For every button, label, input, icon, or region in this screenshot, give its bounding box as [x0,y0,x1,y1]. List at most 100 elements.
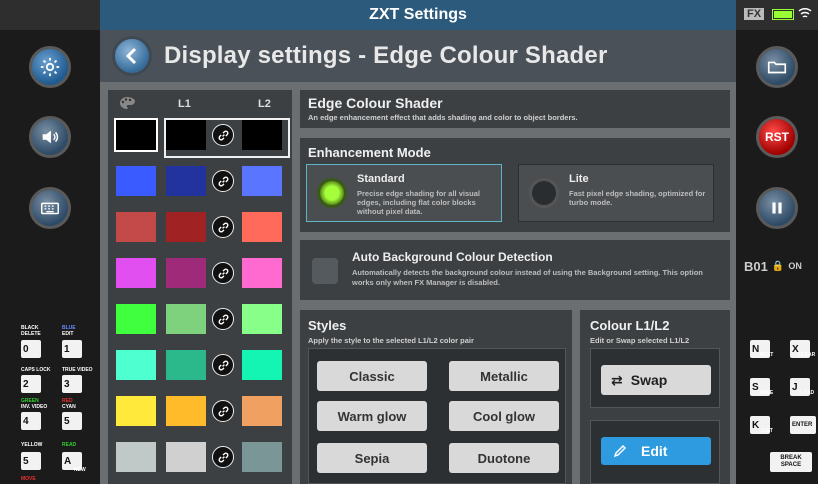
l2-swatch[interactable] [242,304,282,334]
auto-bg-checkbox[interactable] [312,258,338,284]
link-icon[interactable] [212,308,234,330]
l2-swatch[interactable] [242,120,282,150]
shader-description: An edge enhancement effect that adds sha… [308,113,578,122]
style-warm-glow-button[interactable]: Warm glow [317,401,427,431]
link-icon[interactable] [212,446,234,468]
key-2[interactable]: 2 [21,375,41,393]
battery-icon [772,9,794,20]
key-label: LOAD [800,390,815,396]
key-label: CYAN [62,404,76,410]
l2-swatch[interactable] [242,212,282,242]
speaker-icon [42,130,59,144]
colour-pair-subtitle: Edit or Swap selected L1/L2 [590,336,690,345]
palette-swatch[interactable] [116,166,156,196]
link-icon[interactable] [212,354,234,376]
key-0[interactable]: 0 [21,340,41,358]
palette-swatch[interactable] [116,212,156,242]
l2-swatch[interactable] [242,258,282,288]
edit-container: Edit [590,420,720,484]
fx-badge: FX [744,8,765,20]
swap-button[interactable]: ⇄ Swap [601,365,711,395]
key-break-space[interactable]: BREAK SPACE [770,452,812,472]
l1-swatch[interactable] [166,258,206,288]
style-sepia-button[interactable]: Sepia [317,443,427,473]
key-label: TRUE VIDEO [62,367,93,373]
l1-header: L1 [178,98,191,110]
styles-title: Styles [308,318,347,333]
lite-label: Lite [569,173,589,185]
key-3[interactable]: 3 [62,375,82,393]
auto-bg-description: Automatically detects the background col… [352,268,703,287]
edit-button[interactable]: Edit [601,437,711,465]
reset-button[interactable]: RST [756,116,798,158]
slot-indicator: B01 🔒 ON [744,255,816,277]
key-4[interactable]: 4 [21,412,41,430]
keyboard-button[interactable] [29,187,71,229]
keyboard-icon [41,202,59,215]
link-icon[interactable] [212,262,234,284]
key-5[interactable]: 5 [62,412,82,430]
style-duotone-button[interactable]: Duotone [449,443,559,473]
swap-container: ⇄ Swap [590,348,720,408]
settings-icon [40,57,60,77]
settings-button[interactable] [29,46,71,88]
l2-header: L2 [258,98,271,110]
l1-swatch[interactable] [166,120,206,150]
palette-swatch[interactable] [116,258,156,288]
back-button[interactable] [112,36,152,76]
lite-radio[interactable] [529,178,559,208]
l2-swatch[interactable] [242,350,282,380]
l1-swatch[interactable] [166,166,206,196]
styles-grid: Classic Metallic Warm glow Cool glow Sep… [308,348,566,484]
lite-description: Fast pixel edge shading, optimized for t… [569,189,706,207]
folder-button[interactable] [756,46,798,88]
palette-swatch[interactable] [116,304,156,334]
l1-swatch[interactable] [166,442,206,472]
mode-standard[interactable]: Standard Precise edge shading for all vi… [306,164,502,222]
slot-label: B01 [744,258,768,274]
enhancement-panel: Enhancement Mode Standard Precise edge s… [300,138,730,232]
page-header: Display settings - Edge Colour Shader [100,30,736,82]
l1-swatch[interactable] [166,304,206,334]
wifi-icon [798,7,812,18]
style-classic-button[interactable]: Classic [317,361,427,391]
palette-swatch[interactable] [116,396,156,426]
l1-swatch[interactable] [166,396,206,426]
main-content: L1 L2 Edge Colour Shader An edge enhance… [100,82,736,484]
key-label: NEXT [760,352,774,358]
l1-swatch[interactable] [166,212,206,242]
l1-swatch[interactable] [166,350,206,380]
lock-state: ON [788,261,802,271]
key-enter[interactable]: ENTER [790,416,816,434]
sound-button[interactable] [29,116,71,158]
style-cool-glow-button[interactable]: Cool glow [449,401,559,431]
link-icon[interactable] [212,400,234,422]
auto-bg-label: Auto Background Colour Detection [352,250,553,264]
palette-swatch[interactable] [114,118,158,152]
palette-swatch[interactable] [116,442,156,472]
pause-button[interactable] [756,187,798,229]
key-6[interactable]: 5 [21,452,41,470]
colour-pair-title: Colour L1/L2 [590,318,670,333]
window-title: ZXT Settings [100,0,736,30]
key-label: GREEN [21,398,39,404]
link-icon[interactable] [212,216,234,238]
mode-lite[interactable]: Lite Fast pixel edge shading, optimized … [518,164,714,222]
standard-radio[interactable] [317,178,347,208]
link-icon[interactable] [212,124,234,146]
l2-swatch[interactable] [242,166,282,196]
auto-bg-panel: Auto Background Colour Detection Automat… [300,240,730,300]
palette-swatch[interactable] [116,350,156,380]
link-icon[interactable] [212,170,234,192]
folder-icon [767,61,787,74]
lock-icon: 🔒 [771,260,785,272]
l2-swatch[interactable] [242,396,282,426]
standard-label: Standard [357,173,405,185]
page-title: Display settings - Edge Colour Shader [164,42,608,69]
key-label: DELETE [21,331,41,337]
styles-panel: Styles Apply the style to the selected L… [300,310,572,484]
style-metallic-button[interactable]: Metallic [449,361,559,391]
key-1[interactable]: 1 [62,340,82,358]
key-label: YELLOW [21,442,43,448]
l2-swatch[interactable] [242,442,282,472]
